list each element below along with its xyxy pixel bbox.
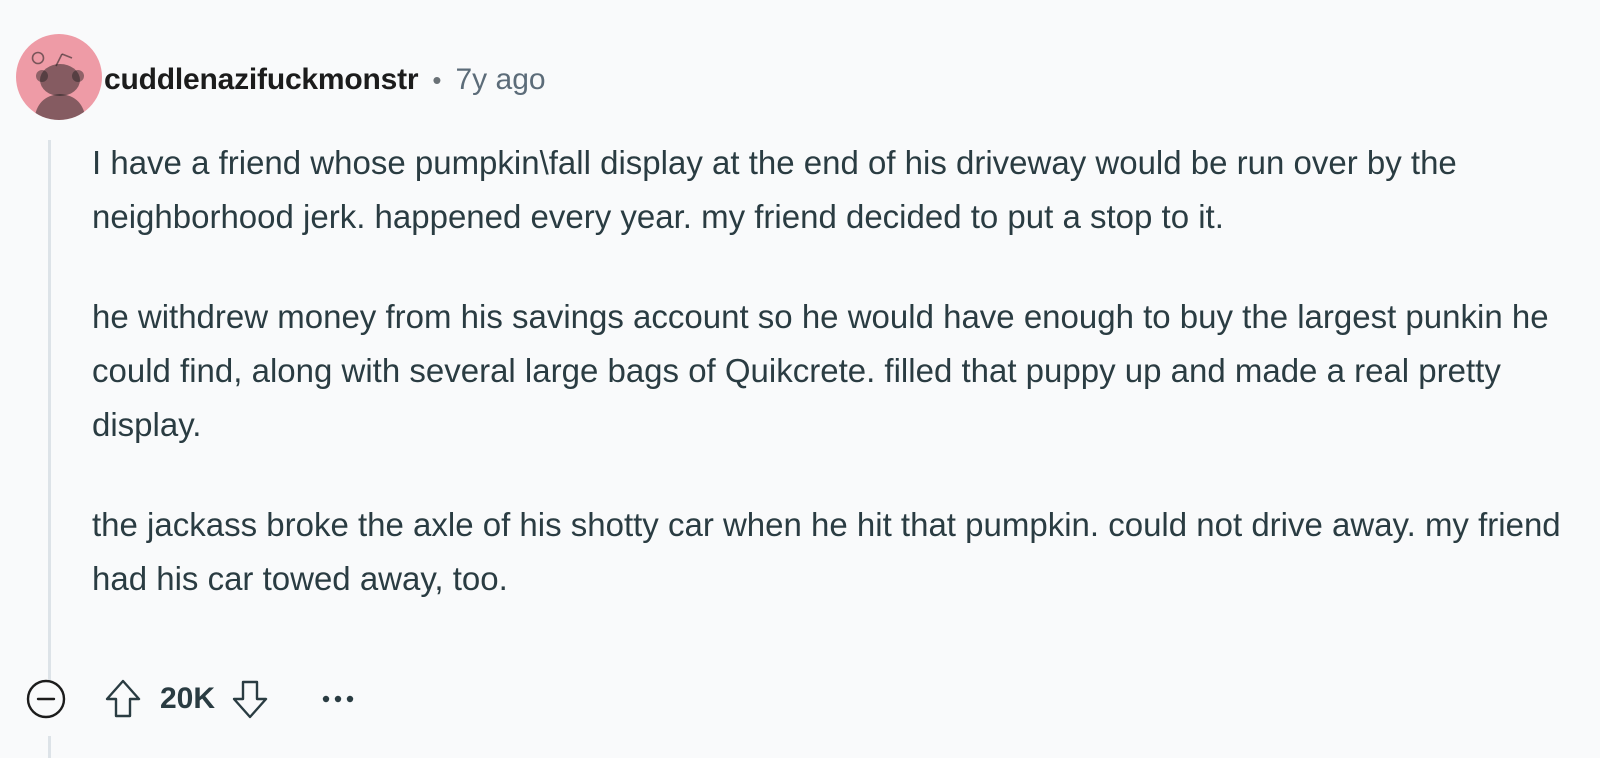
collapse-minus-icon xyxy=(26,679,66,719)
downvote-button[interactable] xyxy=(227,676,273,722)
comment-paragraph: I have a friend whose pumpkin\fall displ… xyxy=(92,144,1457,235)
comment-paragraph: the jackass broke the axle of his shotty… xyxy=(92,506,1561,597)
thread-line[interactable] xyxy=(48,140,51,680)
thread-line-continuation[interactable] xyxy=(48,736,51,758)
upvote-arrow-icon xyxy=(105,679,141,718)
comment: cuddlenazifuckmonstr • 7y ago I have a f… xyxy=(0,0,1600,758)
username-link[interactable]: cuddlenazifuckmonstr xyxy=(104,63,419,97)
vote-group: 20K xyxy=(100,676,273,722)
snoo-avatar-icon xyxy=(31,51,86,120)
downvote-arrow-icon xyxy=(232,680,268,719)
collapse-button[interactable] xyxy=(22,675,70,723)
vote-score: 20K xyxy=(160,682,216,715)
upvote-button[interactable] xyxy=(100,676,146,722)
meta-separator: • xyxy=(432,64,442,95)
comment-body: I have a friend whose pumpkin\fall displ… xyxy=(92,136,1562,652)
comment-actions: 20K xyxy=(22,672,363,726)
timestamp[interactable]: 7y ago xyxy=(456,63,546,97)
comment-meta: cuddlenazifuckmonstr • 7y ago xyxy=(104,58,546,102)
more-options-icon xyxy=(322,695,354,703)
comment-paragraph: he withdrew money from his savings accou… xyxy=(92,298,1549,443)
more-options-button[interactable] xyxy=(313,676,363,722)
avatar[interactable] xyxy=(16,34,102,120)
